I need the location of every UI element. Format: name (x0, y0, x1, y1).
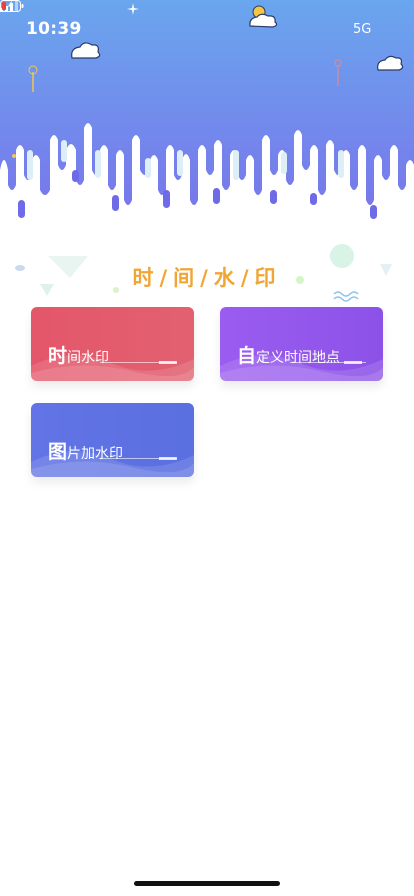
card-label-first-char: 图 (48, 441, 68, 463)
card-label-rest: 片加水印 (67, 446, 124, 462)
card-dash (159, 361, 177, 364)
card-label-first-char: 自 (237, 345, 257, 367)
status-bar: 10:39 5G (0, 0, 414, 48)
card-label-first-char: 时 (48, 345, 68, 367)
card-label: 图片加水印 (48, 437, 123, 464)
home-indicator[interactable] (134, 881, 280, 886)
card-dash (159, 457, 177, 460)
image-watermark-button[interactable]: 图片加水印 (31, 403, 194, 477)
card-label-rest: 定义时间地点 (256, 350, 341, 366)
network-label: 5G (353, 22, 372, 37)
card-label: 自定义时间地点 (237, 341, 340, 368)
header-banner: 10:39 5G (0, 0, 414, 240)
card-dash (344, 361, 362, 364)
status-time: 10:39 (26, 19, 82, 39)
battery-icon (0, 0, 24, 12)
card-label: 时间水印 (48, 341, 109, 368)
custom-time-location-button[interactable]: 自定义时间地点 (220, 307, 383, 381)
card-label-rest: 间水印 (67, 350, 110, 366)
page-title: 时/间/水/印 (132, 266, 282, 290)
time-watermark-button[interactable]: 时间水印 (31, 307, 194, 381)
